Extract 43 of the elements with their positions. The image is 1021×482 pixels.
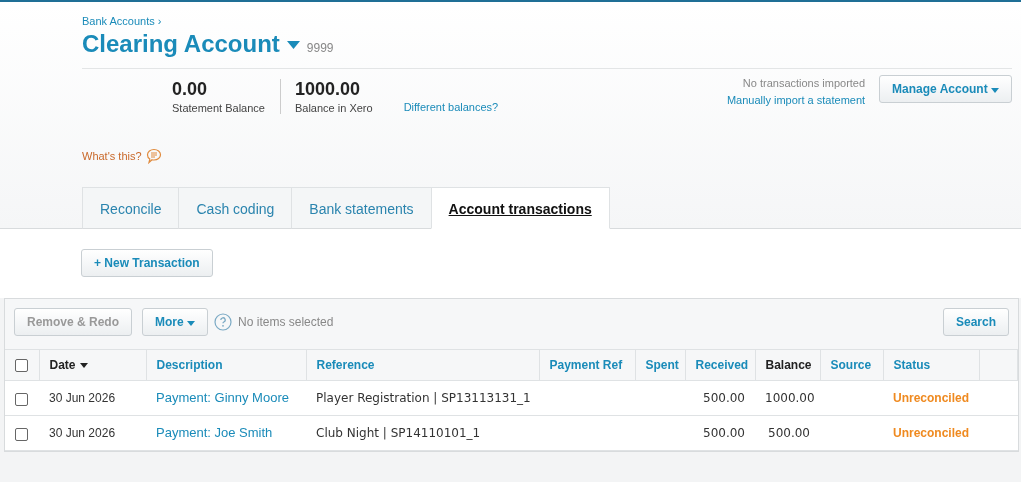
select-all-checkbox[interactable]	[15, 359, 28, 373]
description-link[interactable]: Payment: Joe Smith	[156, 425, 273, 440]
status-label: Unreconciled	[893, 391, 970, 405]
column-header[interactable]: Reference	[316, 358, 375, 372]
caret-icon	[991, 87, 999, 93]
description-link[interactable]: Payment: Ginny Moore	[156, 390, 289, 405]
row-checkbox[interactable]	[15, 392, 28, 406]
table-cell: Player Registration | SP13113131_1	[316, 391, 531, 405]
new-transaction-button[interactable]: + New Transaction	[81, 249, 213, 277]
table-cell: 30 Jun 2026	[49, 425, 116, 440]
table-cell: 500.00	[703, 391, 745, 405]
table-cell: 500.00	[703, 426, 745, 440]
different-balances-link[interactable]: Different balances?	[403, 101, 499, 113]
breadcrumb-link[interactable]: Bank Accounts ›	[82, 15, 162, 27]
caret-icon[interactable]	[286, 41, 300, 49]
more-button[interactable]: More	[142, 308, 209, 336]
selection-status: No items selected	[238, 315, 334, 329]
table-cell: 1000.00	[765, 391, 815, 405]
tab[interactable]: Account transactions	[430, 187, 610, 229]
tab[interactable]: Reconcile	[82, 187, 179, 229]
import-statement-link[interactable]: Manually import a statement	[726, 94, 866, 106]
table-cell: 30 Jun 2026	[49, 390, 116, 405]
column-header[interactable]: Date	[49, 358, 88, 372]
table-cell: Club Night | SP14110101_1	[316, 426, 481, 440]
account-title[interactable]: Clearing Account	[82, 30, 280, 58]
search-button[interactable]: Search	[942, 308, 1009, 336]
column-header[interactable]: Status	[893, 358, 931, 372]
table-cell: 500.00	[768, 426, 810, 440]
manage-account-button[interactable]: Manage Account	[879, 74, 1012, 103]
column-header[interactable]: Description	[156, 358, 223, 372]
balance-value: 1000.00	[294, 79, 362, 100]
help-link[interactable]: What's this?	[82, 150, 142, 162]
row-checkbox[interactable]	[15, 427, 28, 441]
balance-label: Statement Balance	[172, 102, 265, 114]
tab[interactable]: Bank statements	[291, 187, 431, 229]
caret-icon	[187, 321, 196, 326]
import-status: No transactions imported	[742, 77, 866, 89]
sort-caret-icon	[79, 363, 88, 369]
balance-value: 0.00	[172, 79, 209, 100]
status-label: Unreconciled	[893, 426, 970, 440]
balance-label: Balance in Xero	[294, 102, 373, 114]
account-code: 9999	[306, 41, 334, 55]
tab[interactable]: Cash coding	[178, 187, 292, 229]
